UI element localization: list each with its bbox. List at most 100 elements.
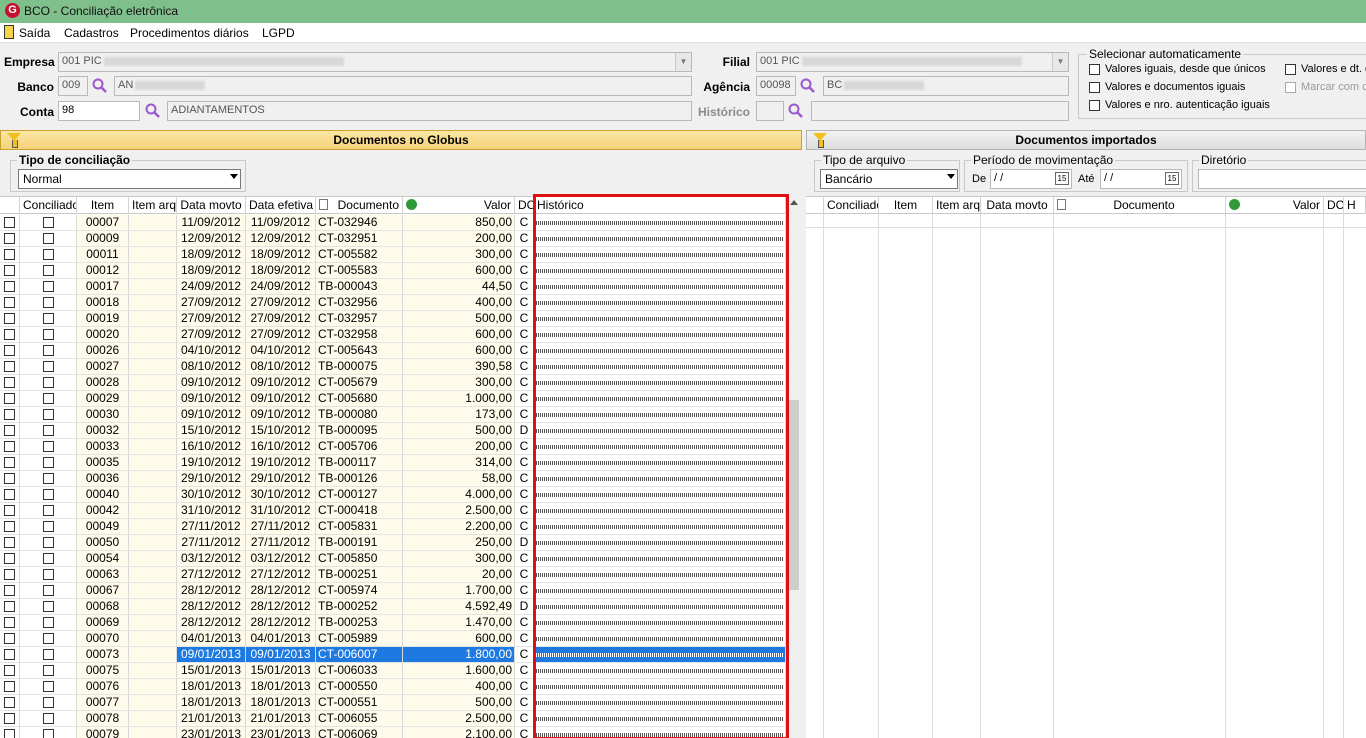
file-type-select[interactable]: Bancário <box>820 169 958 189</box>
conciliado-checkbox[interactable] <box>42 265 54 276</box>
row-select-checkbox[interactable] <box>4 217 15 228</box>
table-row[interactable]: 00007 11/09/2012 11/09/2012 CT-032946 850,00… <box>0 215 786 231</box>
conciliado-checkbox[interactable] <box>42 217 54 228</box>
grid-header-dc[interactable]: DC <box>515 197 534 214</box>
row-select-checkbox[interactable] <box>4 713 15 724</box>
table-row[interactable]: 00027 08/10/2012 08/10/2012 TB-000075 390,58… <box>0 359 786 375</box>
table-row[interactable]: 00028 09/10/2012 09/10/2012 CT-005679 300,00… <box>0 375 786 391</box>
row-select-checkbox[interactable] <box>4 457 15 468</box>
conciliado-checkbox[interactable] <box>42 617 54 628</box>
row-select-checkbox[interactable] <box>4 361 15 372</box>
conciliado-checkbox[interactable] <box>42 521 54 532</box>
grid-header-conciliado[interactable]: Conciliado <box>824 197 879 214</box>
grid-header-documento[interactable]: Documento <box>1054 197 1226 214</box>
menu-procedimentos-diarios[interactable]: Procedimentos diários <box>130 26 249 40</box>
table-row[interactable]: 00067 28/12/2012 28/12/2012 CT-005974 1.700,… <box>0 583 786 599</box>
search-icon[interactable] <box>144 102 162 120</box>
grid-header-item[interactable]: Item <box>879 197 933 214</box>
filial-combo[interactable]: 001 PIC ▼ <box>756 52 1069 72</box>
row-select-checkbox[interactable] <box>4 393 15 404</box>
menu-lgpd[interactable]: LGPD <box>262 26 295 40</box>
conciliado-checkbox[interactable] <box>42 473 54 484</box>
checkbox-marcar[interactable] <box>1285 82 1296 93</box>
scroll-up-icon[interactable] <box>790 200 798 205</box>
row-select-checkbox[interactable] <box>4 313 15 324</box>
table-row[interactable]: 00033 16/10/2012 16/10/2012 CT-005706 200,00… <box>0 439 786 455</box>
grid-header-historico[interactable]: Histórico <box>534 197 786 214</box>
grid-header-item[interactable]: Item <box>77 197 129 214</box>
conciliado-checkbox[interactable] <box>42 441 54 452</box>
chevron-down-icon[interactable]: ▼ <box>675 53 691 71</box>
table-row[interactable]: 00068 28/12/2012 28/12/2012 TB-000252 4.592,… <box>0 599 786 615</box>
table-row[interactable]: 00011 18/09/2012 18/09/2012 CT-005582 300,00… <box>0 247 786 263</box>
grid-header-valor[interactable]: Valor <box>1226 197 1324 214</box>
checkbox-valores-autenticacao[interactable] <box>1089 100 1100 111</box>
conciliation-type-select[interactable]: Normal <box>18 169 241 189</box>
grid-header-data-movto[interactable]: Data movto <box>981 197 1054 214</box>
row-select-checkbox[interactable] <box>4 249 15 260</box>
right-documents-grid[interactable]: Conciliado Item Item arq Data movto Docu… <box>806 196 1366 738</box>
table-row[interactable]: 00069 28/12/2012 28/12/2012 TB-000253 1.470,… <box>0 615 786 631</box>
conciliado-checkbox[interactable] <box>42 377 54 388</box>
agencia-name-field[interactable]: BC <box>823 76 1069 96</box>
conciliado-checkbox[interactable] <box>42 409 54 420</box>
table-row[interactable]: 00049 27/11/2012 27/11/2012 CT-005831 2.200,… <box>0 519 786 535</box>
row-select-checkbox[interactable] <box>4 649 15 660</box>
conciliado-checkbox[interactable] <box>42 665 54 676</box>
grid-header-item-arq[interactable]: Item arq <box>933 197 981 214</box>
calendar-icon[interactable]: 15 <box>1055 172 1069 185</box>
table-row[interactable]: 00032 15/10/2012 15/10/2012 TB-000095 500,00… <box>0 423 786 439</box>
grid-header-conciliado[interactable]: Conciliado <box>20 197 77 214</box>
conciliado-checkbox[interactable] <box>42 729 54 738</box>
table-row[interactable]: 00077 18/01/2013 18/01/2013 CT-000551 500,00… <box>0 695 786 711</box>
banco-code-field[interactable]: 009 <box>58 76 88 96</box>
search-icon[interactable] <box>91 77 109 95</box>
conciliado-checkbox[interactable] <box>42 649 54 660</box>
table-row[interactable]: 00078 21/01/2013 21/01/2013 CT-006055 2.500,… <box>0 711 786 727</box>
row-select-checkbox[interactable] <box>4 697 15 708</box>
row-select-checkbox[interactable] <box>4 569 15 580</box>
date-from-field[interactable]: / / 15 <box>990 169 1072 189</box>
conciliado-checkbox[interactable] <box>42 505 54 516</box>
conciliado-checkbox[interactable] <box>42 585 54 596</box>
row-select-checkbox[interactable] <box>4 601 15 612</box>
conciliado-checkbox[interactable] <box>42 553 54 564</box>
conciliado-checkbox[interactable] <box>42 233 54 244</box>
conciliado-checkbox[interactable] <box>42 457 54 468</box>
grid-header-data-movto[interactable]: Data movto <box>177 197 246 214</box>
grid-header-data-efetiva[interactable]: Data efetiva <box>246 197 316 214</box>
row-select-checkbox[interactable] <box>4 633 15 644</box>
chevron-down-icon[interactable]: ▼ <box>1052 53 1068 71</box>
row-select-checkbox[interactable] <box>4 617 15 628</box>
table-row[interactable]: 00063 27/12/2012 27/12/2012 TB-000251 20,00 C <box>0 567 786 583</box>
filter-icon[interactable] <box>813 133 827 148</box>
table-row[interactable]: 00073 09/01/2013 09/01/2013 CT-006007 1.800,… <box>0 647 786 663</box>
conciliado-checkbox[interactable] <box>42 569 54 580</box>
grid-header-documento[interactable]: Documento <box>316 197 403 214</box>
table-row[interactable]: 00076 18/01/2013 18/01/2013 CT-000550 400,00… <box>0 679 786 695</box>
table-row[interactable]: 00075 15/01/2013 15/01/2013 CT-006033 1.600,… <box>0 663 786 679</box>
table-row[interactable]: 00012 18/09/2012 18/09/2012 CT-005583 600,00… <box>0 263 786 279</box>
row-select-checkbox[interactable] <box>4 729 15 738</box>
table-row[interactable]: 00030 09/10/2012 09/10/2012 TB-000080 173,00… <box>0 407 786 423</box>
row-select-checkbox[interactable] <box>4 665 15 676</box>
exit-icon[interactable] <box>4 25 14 39</box>
conciliado-checkbox[interactable] <box>42 249 54 260</box>
row-select-checkbox[interactable] <box>4 681 15 692</box>
conciliado-checkbox[interactable] <box>42 681 54 692</box>
search-icon[interactable] <box>799 77 817 95</box>
row-select-checkbox[interactable] <box>4 505 15 516</box>
table-row[interactable]: 00029 09/10/2012 09/10/2012 CT-005680 1.000,… <box>0 391 786 407</box>
row-select-checkbox[interactable] <box>4 473 15 484</box>
checkbox-valores-dt[interactable] <box>1285 64 1296 75</box>
row-select-checkbox[interactable] <box>4 409 15 420</box>
row-select-checkbox[interactable] <box>4 265 15 276</box>
conciliado-checkbox[interactable] <box>42 601 54 612</box>
conciliado-checkbox[interactable] <box>42 489 54 500</box>
table-row[interactable]: 00018 27/09/2012 27/09/2012 CT-032956 400,00… <box>0 295 786 311</box>
banco-name-field[interactable]: AN <box>114 76 692 96</box>
conciliado-checkbox[interactable] <box>42 313 54 324</box>
conciliado-checkbox[interactable] <box>42 361 54 372</box>
conciliado-checkbox[interactable] <box>42 633 54 644</box>
checkbox-valores-iguais-unicos[interactable] <box>1089 64 1100 75</box>
